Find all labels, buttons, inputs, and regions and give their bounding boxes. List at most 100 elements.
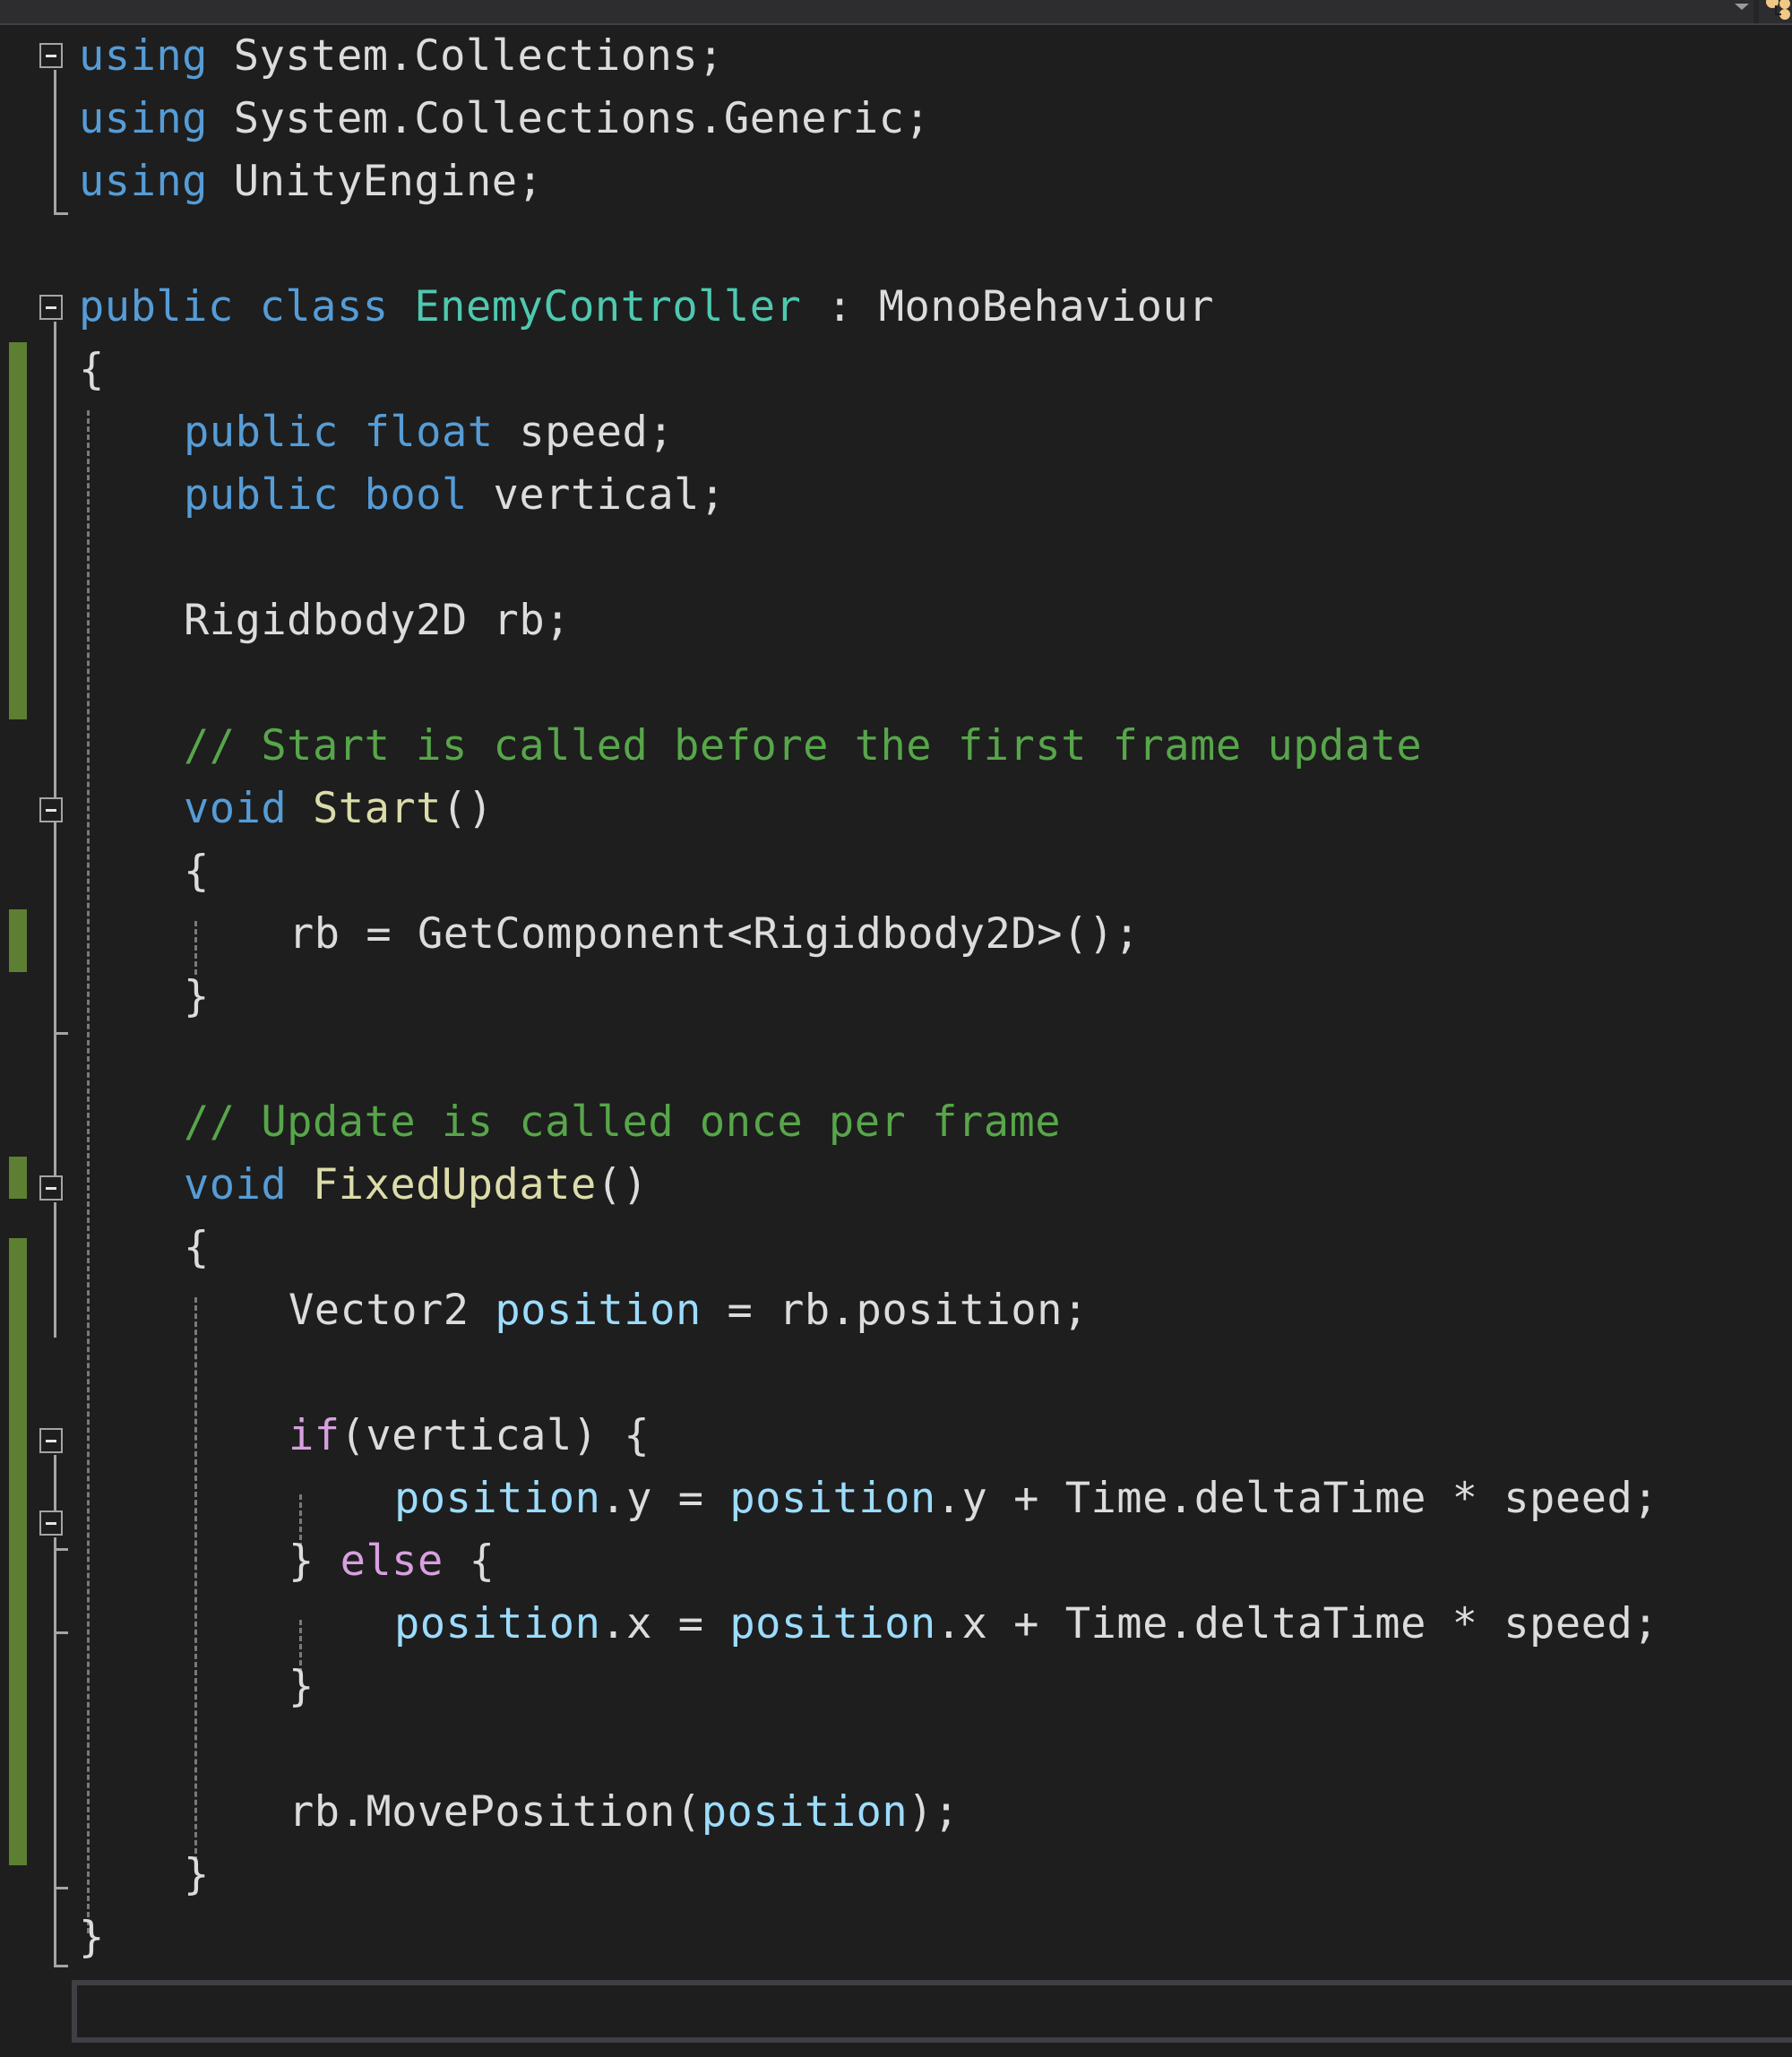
outline-line [54,1455,56,1513]
comment: // Update is called once per frame [184,1097,1062,1147]
change-marker [9,1157,27,1199]
method-name: FixedUpdate [312,1160,597,1209]
outline-end [54,1032,68,1035]
code-line: using System.Collections; [79,25,724,88]
code-line: rb.MovePosition(position); [289,1781,960,1844]
code-line: rb = GetComponent<Rigidbody2D>(); [289,903,1140,966]
code-line: { [184,840,210,903]
brace: } [289,1536,340,1586]
outline-line [54,1042,56,1196]
keyword: float [364,408,494,457]
collapse-class-button[interactable] [39,295,63,320]
code-text: System.Collections.Generic; [207,94,931,143]
control-keyword: else [340,1536,444,1586]
outline-line [54,1202,56,1338]
comment: // Start is called before the first fram… [184,721,1423,770]
method-name: Start [312,784,442,833]
change-marker [9,342,27,719]
code-line: void Start() [184,778,494,840]
code-text: () [441,784,494,833]
bottom-panel[interactable] [72,1980,1792,2043]
collapse-fixedupdate-button[interactable] [39,1175,63,1201]
local-variable: position [394,1599,601,1648]
keyword: using [79,31,208,81]
class-name: EnemyController [414,282,802,331]
code-line: Rigidbody2D rb; [184,590,571,652]
code-line: public bool vertical; [184,464,726,527]
code-line: { [184,1217,210,1279]
keyword: using [79,94,208,143]
keyword: class [259,282,389,331]
keyword: void [184,784,288,833]
code-line: } [289,1656,314,1718]
brace: } [289,1662,314,1711]
code-line: using System.Collections.Generic; [79,88,930,151]
code-editor[interactable]: using System.Collections; using System.C… [0,25,1792,1978]
code-text: rb = GetComponent<Rigidbody2D>(); [289,909,1141,959]
code-line: } [79,1906,105,1969]
brace: { [184,847,210,896]
brace: } [184,1850,210,1899]
change-marker [9,909,27,972]
keyword: using [79,157,208,206]
code-text: .x = [600,1599,730,1648]
local-variable: position [495,1286,702,1335]
keyword: public [79,282,234,331]
code-text: : MonoBehaviour [801,282,1215,331]
change-marker [9,1238,27,1865]
solution-explorer-icon[interactable] [1763,0,1792,20]
collapse-start-button[interactable] [39,797,63,822]
chevron-down-icon[interactable] [1735,4,1749,10]
outline-line [54,824,56,1042]
keyword: public [184,470,339,520]
code-text: UnityEngine; [207,157,544,206]
outline-end [54,1631,68,1634]
collapse-if-button[interactable] [39,1428,63,1453]
code-line: position.x = position.x + Time.deltaTime… [394,1593,1658,1656]
outline-line [54,322,56,836]
code-text: .x + Time.deltaTime * speed; [935,1599,1659,1648]
code-text: .y + Time.deltaTime * speed; [935,1474,1659,1523]
code-line: // Start is called before the first fram… [184,715,1422,778]
keyword: bool [364,470,468,520]
code-line: public class EnemyController : MonoBehav… [79,276,1214,339]
outline-end [54,212,68,215]
keyword: public [184,408,339,457]
code-text: rb.MovePosition( [289,1787,702,1837]
outline-end [54,1548,68,1551]
code-line: public float speed; [184,401,674,464]
local-variable: position [701,1787,909,1837]
code-line: { [79,339,105,401]
brace: } [79,1913,105,1962]
local-variable: position [729,1599,936,1648]
code-line: void FixedUpdate() [184,1154,648,1217]
collapse-else-button[interactable] [39,1510,63,1536]
keyword: void [184,1160,288,1209]
brace: { [443,1536,495,1586]
editor-navigation-bar [0,0,1792,25]
code-text: System.Collections; [207,31,724,81]
code-text: Rigidbody2D rb; [184,596,571,645]
code-line: if(vertical) { [289,1405,650,1467]
code-text: (vertical) { [340,1411,650,1460]
indent-guide [87,410,90,1933]
brace: { [79,345,105,394]
code-line: // Update is called once per frame [184,1091,1061,1154]
code-line: position.y = position.y + Time.deltaTime… [394,1467,1658,1530]
code-text: speed; [493,408,675,457]
code-text: () [596,1160,649,1209]
code-text: ); [908,1787,960,1837]
code-text: = rb.position; [701,1286,1089,1335]
code-text: vertical; [467,470,726,520]
local-variable: position [394,1474,601,1523]
collapse-usings-button[interactable] [39,43,63,68]
code-line: } else { [289,1530,495,1593]
code-line: using UnityEngine; [79,151,543,213]
brace: { [184,1223,210,1272]
